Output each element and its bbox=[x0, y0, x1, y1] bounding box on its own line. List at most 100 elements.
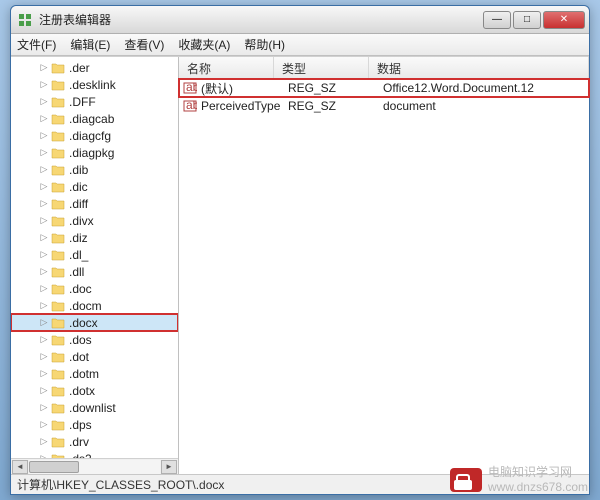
scroll-track[interactable] bbox=[29, 460, 160, 474]
tree-node[interactable]: ▷ .diagpkg bbox=[11, 144, 178, 161]
tree-label: .DFF bbox=[69, 95, 96, 109]
expand-icon[interactable]: ▷ bbox=[39, 403, 49, 413]
menu-view[interactable]: 查看(V) bbox=[124, 36, 164, 53]
tree-node[interactable]: ▷ .dotx bbox=[11, 382, 178, 399]
tree-node[interactable]: ▷.dotm bbox=[11, 365, 178, 382]
menu-file[interactable]: 文件(F) bbox=[17, 36, 56, 53]
menu-edit[interactable]: 编辑(E) bbox=[70, 36, 110, 53]
expand-icon[interactable]: ▷ bbox=[39, 182, 49, 192]
expand-icon[interactable]: ▷ bbox=[39, 131, 49, 141]
tree-node[interactable]: ▷.diagcab bbox=[11, 110, 178, 127]
expand-icon[interactable]: ▷ bbox=[39, 352, 49, 362]
tree-label: .diz bbox=[69, 231, 88, 245]
column-header-name[interactable]: 名称 bbox=[179, 57, 274, 78]
menu-help[interactable]: 帮助(H) bbox=[244, 36, 285, 53]
maximize-button[interactable]: □ bbox=[513, 11, 541, 29]
tree-label: .dotx bbox=[69, 384, 95, 398]
scroll-right-button[interactable]: ► bbox=[161, 460, 177, 474]
tree-node[interactable]: ▷.dps bbox=[11, 416, 178, 433]
expand-icon[interactable]: ▷ bbox=[39, 233, 49, 243]
svg-text:ab: ab bbox=[186, 99, 197, 112]
tree-node[interactable]: ▷ .divx bbox=[11, 212, 178, 229]
cell-type: REG_SZ bbox=[288, 81, 383, 95]
expand-icon[interactable]: ▷ bbox=[39, 199, 49, 209]
watermark-text: 电脑知识学习网 www.dnzs678.com bbox=[488, 465, 588, 494]
tree-node[interactable]: ▷.dot bbox=[11, 348, 178, 365]
folder-icon bbox=[51, 266, 65, 278]
tree-label: .drv bbox=[69, 435, 89, 449]
titlebar[interactable]: 注册表编辑器 — □ ✕ bbox=[11, 6, 589, 34]
tree-label: .docm bbox=[69, 299, 102, 313]
tree-label: .dic bbox=[69, 180, 88, 194]
tree-panel: ▷.der▷.desklink▷.DFF▷.diagcab▷.diagcfg▷.… bbox=[11, 57, 179, 474]
regedit-window: 注册表编辑器 — □ ✕ 文件(F) 编辑(E) 查看(V) 收藏夹(A) 帮助… bbox=[10, 5, 590, 495]
expand-icon[interactable]: ▷ bbox=[39, 148, 49, 158]
folder-icon bbox=[51, 283, 65, 295]
tree-node[interactable]: ▷ .dos bbox=[11, 331, 178, 348]
tree-node[interactable]: ▷.diff bbox=[11, 195, 178, 212]
tree-label: .divx bbox=[69, 214, 94, 228]
tree-node[interactable]: ▷.doc bbox=[11, 280, 178, 297]
expand-icon[interactable]: ▷ bbox=[39, 114, 49, 124]
tree-node[interactable]: ▷ .DFF bbox=[11, 93, 178, 110]
expand-icon[interactable]: ▷ bbox=[39, 267, 49, 277]
folder-icon bbox=[51, 317, 65, 329]
tree-view[interactable]: ▷.der▷.desklink▷.DFF▷.diagcab▷.diagcfg▷.… bbox=[11, 57, 178, 458]
tree-label: .docx bbox=[69, 316, 98, 330]
tree-node[interactable]: ▷ .dic bbox=[11, 178, 178, 195]
svg-text:ab: ab bbox=[186, 81, 197, 94]
tree-label: .diagpkg bbox=[69, 146, 114, 160]
folder-icon bbox=[51, 164, 65, 176]
list-row[interactable]: ab(默认)REG_SZOffice12.Word.Document.12 bbox=[179, 79, 589, 97]
column-header-data[interactable]: 数据 bbox=[369, 57, 589, 78]
expand-icon[interactable]: ▷ bbox=[39, 80, 49, 90]
folder-icon bbox=[51, 368, 65, 380]
tree-node[interactable]: ▷ .drv bbox=[11, 433, 178, 450]
tree-label: .dos bbox=[69, 333, 92, 347]
expand-icon[interactable]: ▷ bbox=[39, 420, 49, 430]
tree-label: .downlist bbox=[69, 401, 116, 415]
menu-favorites[interactable]: 收藏夹(A) bbox=[178, 36, 230, 53]
tree-node[interactable]: ▷.dll bbox=[11, 263, 178, 280]
column-header-type[interactable]: 类型 bbox=[274, 57, 369, 78]
list-view[interactable]: ab(默认)REG_SZOffice12.Word.Document.12abP… bbox=[179, 79, 589, 474]
tree-node[interactable]: ▷ .docm bbox=[11, 297, 178, 314]
tree-node[interactable]: ▷ .diz bbox=[11, 229, 178, 246]
tree-label: .diagcfg bbox=[69, 129, 111, 143]
expand-icon[interactable]: ▷ bbox=[39, 63, 49, 73]
tree-label: .desklink bbox=[69, 78, 116, 92]
tree-node[interactable]: ▷.ds2 bbox=[11, 450, 178, 458]
folder-icon bbox=[51, 215, 65, 227]
tree-node[interactable]: ▷ .diagcfg bbox=[11, 127, 178, 144]
folder-icon bbox=[51, 147, 65, 159]
tree-label: .dl_ bbox=[69, 248, 88, 262]
minimize-button[interactable]: — bbox=[483, 11, 511, 29]
watermark-line2: www.dnzs678.com bbox=[488, 480, 588, 494]
expand-icon[interactable]: ▷ bbox=[39, 386, 49, 396]
scroll-thumb[interactable] bbox=[29, 461, 79, 473]
tree-node[interactable]: ▷ .dl_ bbox=[11, 246, 178, 263]
tree-node[interactable]: ▷ .docx bbox=[11, 314, 178, 331]
watermark-line1: 电脑知识学习网 bbox=[488, 465, 588, 479]
expand-icon[interactable]: ▷ bbox=[39, 437, 49, 447]
expand-icon[interactable]: ▷ bbox=[39, 335, 49, 345]
tree-node[interactable]: ▷.der bbox=[11, 59, 178, 76]
tree-node[interactable]: ▷ .downlist bbox=[11, 399, 178, 416]
tree-node[interactable]: ▷.dib bbox=[11, 161, 178, 178]
folder-icon bbox=[51, 351, 65, 363]
expand-icon[interactable]: ▷ bbox=[39, 216, 49, 226]
tree-node[interactable]: ▷ .desklink bbox=[11, 76, 178, 93]
expand-icon[interactable]: ▷ bbox=[39, 284, 49, 294]
expand-icon[interactable]: ▷ bbox=[39, 250, 49, 260]
scroll-left-button[interactable]: ◄ bbox=[12, 460, 28, 474]
expand-icon[interactable]: ▷ bbox=[39, 97, 49, 107]
list-row[interactable]: abPerceivedTypeREG_SZdocument bbox=[179, 97, 589, 115]
folder-icon bbox=[51, 198, 65, 210]
close-button[interactable]: ✕ bbox=[543, 11, 585, 29]
expand-icon[interactable]: ▷ bbox=[39, 369, 49, 379]
watermark: 电脑知识学习网 www.dnzs678.com bbox=[450, 465, 588, 494]
expand-icon[interactable]: ▷ bbox=[39, 301, 49, 311]
expand-icon[interactable]: ▷ bbox=[39, 165, 49, 175]
tree-hscrollbar[interactable]: ◄ ► bbox=[11, 458, 178, 474]
expand-icon[interactable]: ▷ bbox=[39, 318, 49, 328]
